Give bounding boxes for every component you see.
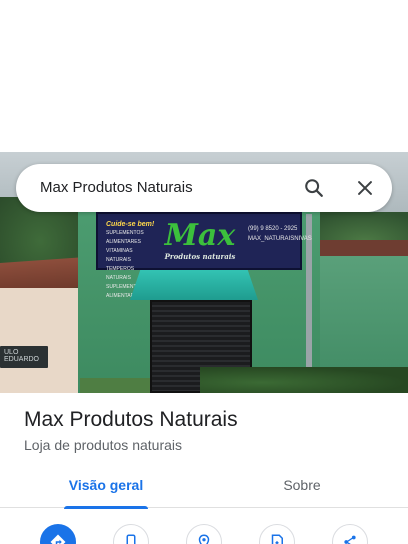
sign-logo: Max Produtos naturais	[160, 218, 240, 264]
close-icon	[358, 181, 372, 195]
sign-item: VITAMINAS NATURAIS	[106, 248, 133, 263]
photo-bushes	[200, 367, 408, 393]
sign-brand: Max	[164, 218, 236, 253]
directions-icon	[50, 534, 66, 544]
photo-plaque: ULO EDUARDO	[0, 346, 48, 368]
place-screen: ULO EDUARDO Cuide-se bem! SUPLEMENTOS AL…	[0, 0, 408, 544]
place-tabs: Visão geral Sobre	[0, 468, 408, 509]
photo-wall	[0, 288, 84, 393]
sign-item: SUPLEMENTOS ALIMENTARES	[106, 230, 144, 245]
search-icon	[305, 179, 323, 197]
search-button[interactable]	[298, 172, 330, 204]
clear-search-button[interactable]	[349, 172, 381, 204]
place-title: Max Produtos Naturais	[24, 408, 238, 431]
sign-social: MAX_NATURAISNIVAS	[248, 236, 312, 242]
place-category[interactable]: Loja de produtos naturais	[24, 437, 182, 453]
search-input[interactable]: Max Produtos Naturais	[40, 164, 193, 212]
share-button[interactable]	[332, 524, 368, 544]
save-button[interactable]	[259, 524, 295, 544]
call-button[interactable]	[113, 524, 149, 544]
save-icon	[271, 534, 283, 544]
tab-overview[interactable]: Visão geral	[60, 468, 152, 509]
search-bar[interactable]: Max Produtos Naturais	[16, 164, 392, 212]
photo-awning	[130, 270, 258, 300]
location-pin-icon	[198, 534, 210, 544]
action-buttons	[0, 518, 408, 544]
sign-contacts: (99) 9 8520 - 2925 MAX_NATURAISNIVAS	[248, 224, 312, 244]
directions-button[interactable]	[40, 524, 76, 544]
sign-phone: (99) 9 8520 - 2925	[248, 226, 298, 232]
share-icon	[344, 535, 356, 544]
phone-icon	[126, 534, 136, 544]
store-sign: Cuide-se bem! SUPLEMENTOS ALIMENTARES VI…	[96, 212, 312, 299]
map-location-button[interactable]	[186, 524, 222, 544]
sign-tagline: Cuide-se bem!	[106, 221, 155, 228]
tab-about[interactable]: Sobre	[262, 468, 342, 508]
photo-grass	[80, 378, 150, 393]
sign-brand-sub: Produtos naturais	[164, 252, 236, 261]
